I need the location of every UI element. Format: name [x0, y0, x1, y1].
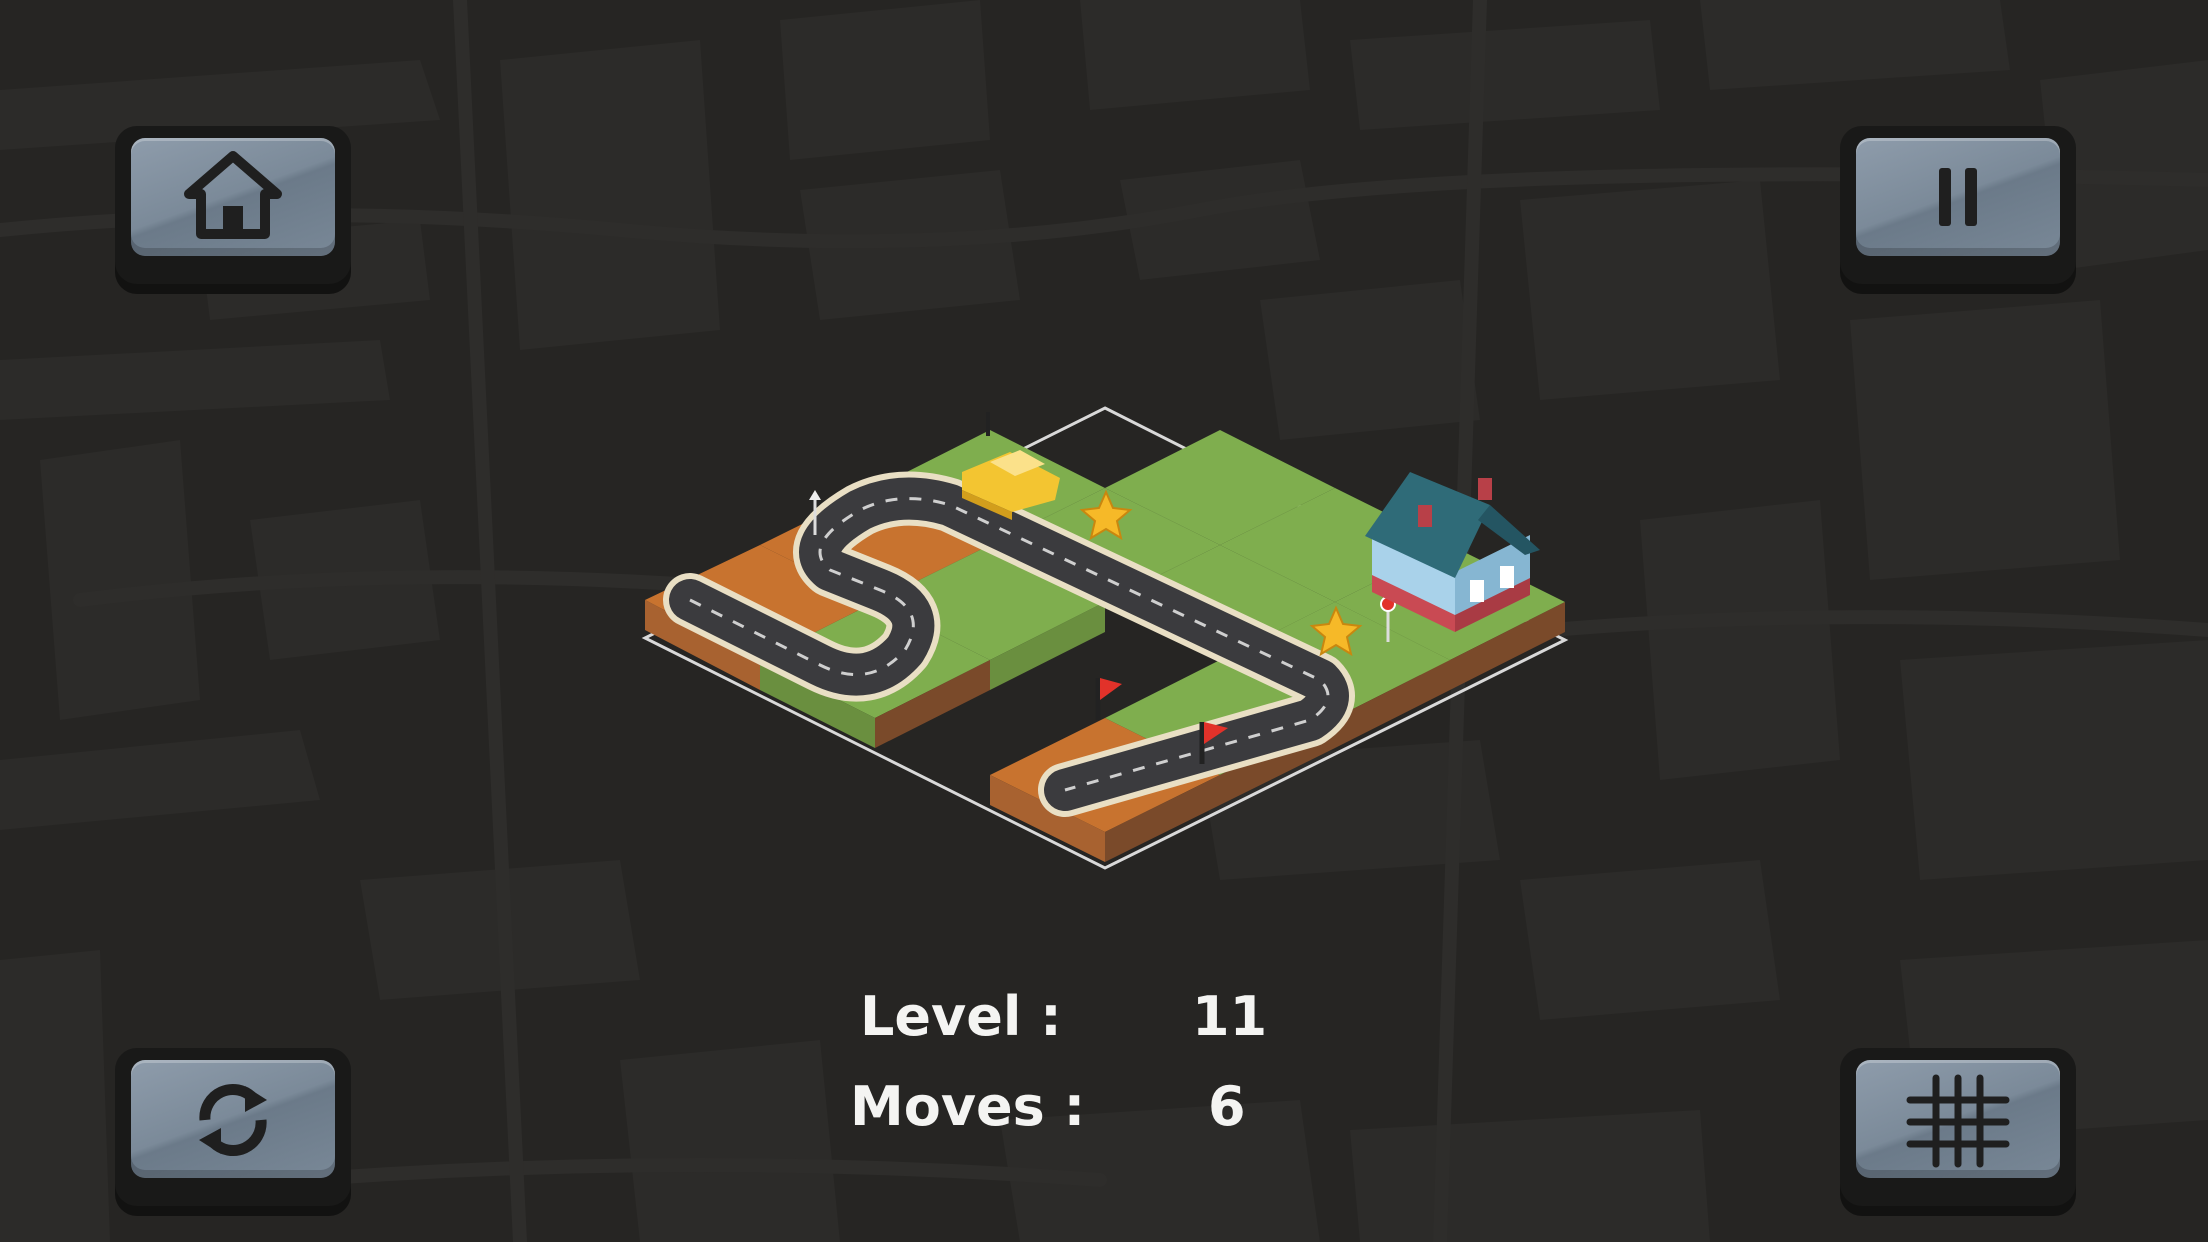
- moves-label: Moves :: [850, 1075, 1086, 1138]
- puzzle-board: [641, 406, 1569, 870]
- game-screen: Level : 11 Moves : 6: [0, 0, 2208, 1242]
- moves-value: 6: [1208, 1075, 1246, 1138]
- level-label: Level :: [860, 985, 1062, 1048]
- level-value: 11: [1192, 985, 1268, 1048]
